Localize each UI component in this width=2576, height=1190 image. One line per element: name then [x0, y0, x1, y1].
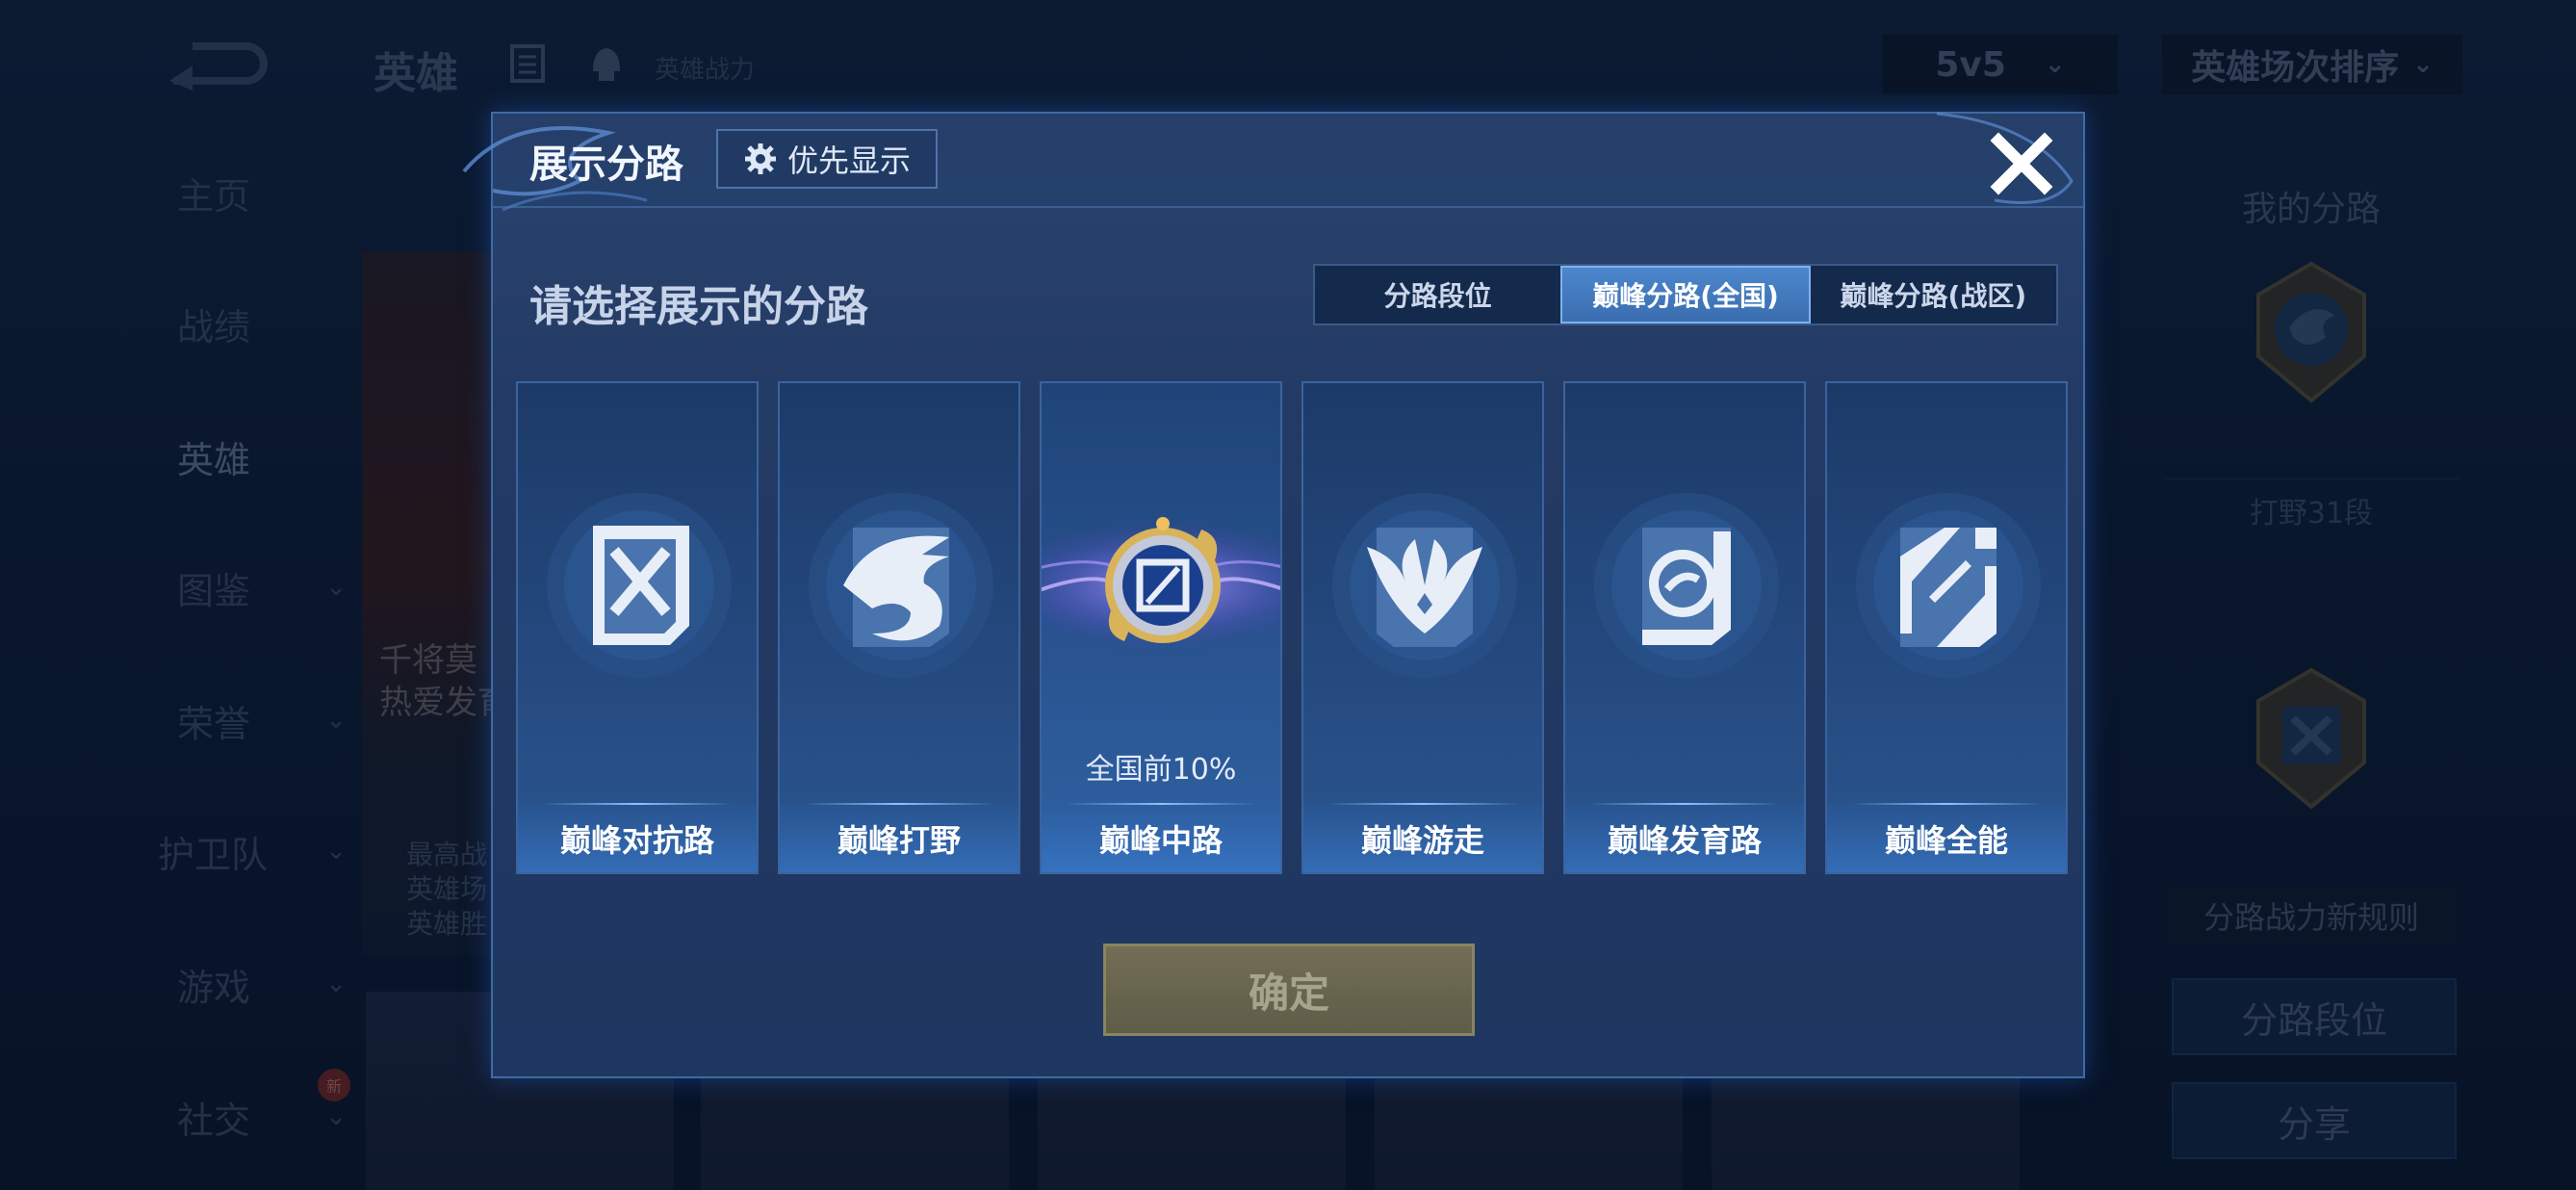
mid-lane-badge-icon — [1042, 517, 1280, 653]
lane-type-tabs: 分路段位 巅峰分路(全国) 巅峰分路(战区) — [1313, 264, 2058, 325]
lane-card-farm[interactable]: 巅峰发育路 — [1563, 381, 1806, 874]
roam-wings-icon — [1332, 493, 1517, 678]
lane-name: 巅峰游走 — [1360, 822, 1484, 859]
gear-icon — [744, 143, 776, 174]
rank-note: 全国前10% — [1085, 753, 1237, 787]
farm-lane-icon — [1594, 493, 1779, 678]
priority-display-button[interactable]: 优先显示 — [716, 129, 938, 189]
select-prompt: 请选择展示的分路 — [529, 282, 868, 331]
tab-lane-tier[interactable]: 分路段位 — [1315, 266, 1560, 323]
lane-name: 巅峰发育路 — [1607, 822, 1762, 859]
dialog-title: 展示分路 — [529, 142, 683, 187]
lane-card-roam[interactable]: 巅峰游走 — [1301, 381, 1544, 874]
lane-name: 巅峰全能 — [1884, 822, 2008, 859]
lane-name: 巅峰打野 — [837, 822, 961, 859]
lane-card-clash[interactable]: 巅峰对抗路 — [516, 381, 759, 874]
lane-name: 巅峰中路 — [1098, 822, 1223, 859]
tab-peak-region[interactable]: 巅峰分路(战区) — [1811, 266, 2056, 323]
confirm-button[interactable]: 确定 — [1103, 944, 1475, 1036]
lane-card-list: 巅峰对抗路 巅峰打野 全国前10% 巅峰中路 巅峰游走 巅峰发育路 巅峰全能 — [516, 381, 2068, 874]
close-button[interactable] — [1989, 131, 2054, 196]
lane-name: 巅峰对抗路 — [559, 822, 714, 859]
all-round-icon — [1856, 493, 2041, 678]
lane-card-jungle[interactable]: 巅峰打野 — [778, 381, 1020, 874]
priority-display-label: 优先显示 — [786, 142, 911, 179]
clash-lane-icon — [547, 493, 732, 678]
lane-display-dialog: 展示分路 优先显示 请选择展示的分路 分路段位 巅峰分路(全国) 巅峰分路(战区… — [462, 112, 2085, 1078]
tab-peak-national[interactable]: 巅峰分路(全国) — [1560, 266, 1811, 323]
lane-card-allround[interactable]: 巅峰全能 — [1825, 381, 2068, 874]
close-icon — [1990, 132, 2053, 195]
jungle-dragon-icon — [809, 493, 993, 678]
lane-card-mid[interactable]: 全国前10% 巅峰中路 — [1040, 381, 1282, 874]
